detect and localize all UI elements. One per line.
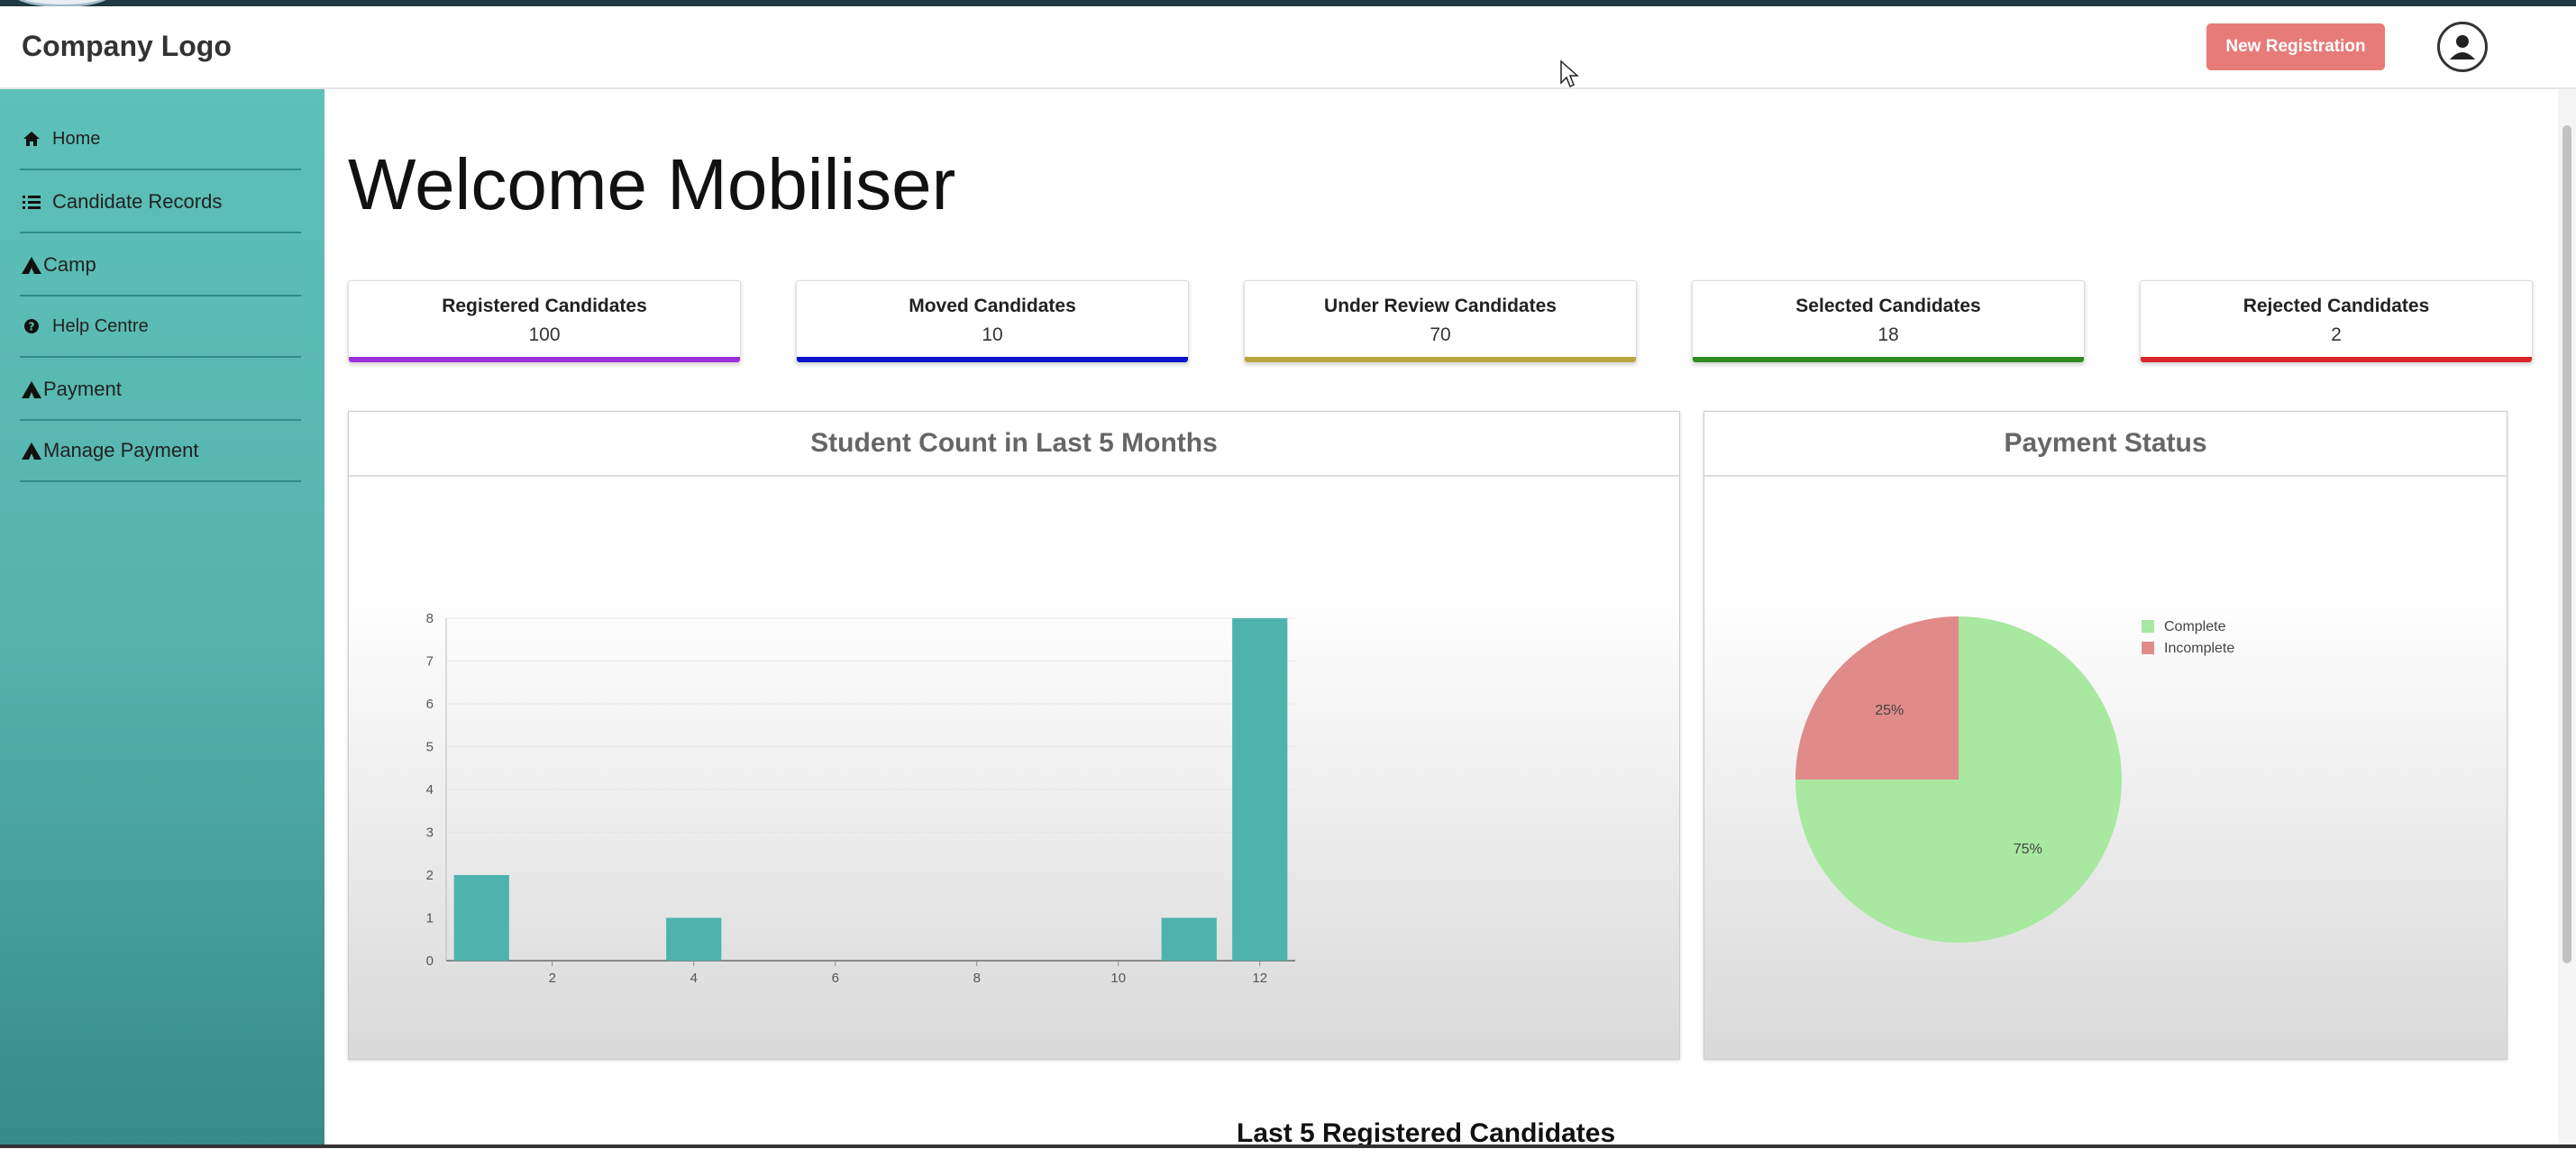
- pie-percent-label: 75%: [2014, 842, 2042, 857]
- legend-swatch: [2142, 620, 2154, 633]
- stat-label: Moved Candidates: [909, 296, 1076, 316]
- legend-label: Complete: [2164, 619, 2226, 634]
- sidebar-item-home[interactable]: Home: [20, 109, 301, 170]
- stat-accent-bar: [1693, 357, 2084, 362]
- stat-label: Under Review Candidates: [1324, 296, 1557, 316]
- x-tick-label: 4: [690, 971, 698, 986]
- stat-accent-bar: [797, 357, 1188, 362]
- pie-slice: [1795, 616, 1959, 780]
- stat-accent-bar: [349, 357, 740, 362]
- stat-accent-bar: [2141, 357, 2532, 362]
- stat-card-under-review[interactable]: Under Review Candidates 70: [1244, 280, 1637, 363]
- pie-chart-card: Payment Status 75% 25% Complete Incomplete: [1704, 411, 2507, 1060]
- svg-text:?: ?: [29, 321, 35, 333]
- sidebar-item-label: Camp: [43, 253, 96, 276]
- pie-percent-label: 25%: [1875, 703, 1904, 718]
- help-icon: ?: [20, 315, 43, 338]
- page-scrollbar[interactable]: [2558, 89, 2576, 1148]
- sidebar-item-manage-payment[interactable]: Manage Payment: [20, 421, 301, 482]
- scrollbar-thumb[interactable]: [2562, 125, 2571, 963]
- sidebar-item-payment[interactable]: Payment: [20, 360, 301, 421]
- top-header: Company Logo New Registration: [0, 6, 2576, 89]
- y-tick-label: 4: [426, 782, 434, 798]
- sidebar-item-label: Candidate Records: [52, 190, 223, 213]
- y-tick-label: 8: [426, 611, 434, 626]
- browser-top-strip: [0, 0, 2576, 7]
- stat-value: 2: [2331, 324, 2342, 345]
- stat-value: 10: [982, 324, 1003, 345]
- stat-label: Rejected Candidates: [2243, 296, 2430, 316]
- new-registration-button[interactable]: New Registration: [2206, 23, 2385, 70]
- bar-chart-card: Student Count in Last 5 Months 012345678…: [348, 411, 1680, 1060]
- y-tick-label: 5: [426, 740, 434, 755]
- y-tick-label: 7: [426, 654, 434, 670]
- sidebar: Home Candidate Records Camp ? Help Centr…: [0, 89, 324, 1148]
- legend-label: Incomplete: [2164, 641, 2234, 656]
- bar-chart: 0123456782 4 6 8 10 12: [426, 611, 1295, 986]
- stat-value: 100: [528, 324, 561, 345]
- stat-card-registered[interactable]: Registered Candidates 100: [348, 280, 741, 363]
- bar: [666, 917, 722, 961]
- sidebar-item-label: Payment: [43, 378, 122, 400]
- legend-swatch: [2142, 642, 2154, 654]
- y-tick-label: 1: [426, 911, 434, 926]
- y-tick-label: 2: [426, 868, 434, 883]
- stat-card-rejected[interactable]: Rejected Candidates 2: [2140, 280, 2533, 363]
- sidebar-item-label: Help Centre: [52, 315, 149, 336]
- sidebar-item-camp[interactable]: Camp: [20, 235, 301, 296]
- home-icon: [20, 127, 43, 150]
- camp-icon: [20, 378, 43, 401]
- stat-label: Selected Candidates: [1795, 296, 1981, 316]
- x-tick-label: 6: [832, 971, 839, 986]
- sidebar-item-label: Manage Payment: [43, 439, 199, 461]
- x-tick-label: 8: [973, 971, 981, 986]
- x-tick-label: 2: [549, 971, 556, 986]
- bottom-edge: [0, 1144, 2576, 1148]
- user-avatar[interactable]: [2437, 22, 2488, 72]
- x-tick-label: 12: [1252, 971, 1267, 986]
- stat-label: Registered Candidates: [442, 296, 647, 316]
- y-tick-label: 6: [426, 697, 434, 712]
- bar: [1232, 618, 1288, 961]
- x-tick-label: 10: [1110, 971, 1126, 986]
- stat-card-moved[interactable]: Moved Candidates 10: [796, 280, 1189, 363]
- main-content: Welcome Mobiliser Registered Candidates …: [324, 89, 2558, 1148]
- bar: [453, 875, 509, 961]
- pie-chart-title: Payment Status: [1704, 412, 2507, 477]
- sidebar-item-label: Home: [52, 128, 101, 149]
- camp-icon: [20, 253, 43, 277]
- page-title: Welcome Mobiliser: [348, 144, 956, 224]
- stat-value: 18: [1877, 324, 1899, 345]
- mouse-cursor-icon: [1560, 59, 1579, 88]
- stat-accent-bar: [1245, 357, 1636, 362]
- bar: [1161, 917, 1217, 961]
- list-icon: [20, 190, 43, 214]
- stat-card-selected[interactable]: Selected Candidates 18: [1692, 280, 2085, 363]
- stat-value: 70: [1430, 324, 1451, 345]
- company-logo: Company Logo: [22, 30, 232, 62]
- y-tick-label: 3: [426, 825, 434, 841]
- camp-icon: [20, 439, 43, 462]
- pie-chart: 75% 25% Complete Incomplete: [1795, 616, 2234, 943]
- bar-chart-title: Student Count in Last 5 Months: [349, 412, 1679, 477]
- sidebar-item-help-centre[interactable]: ? Help Centre: [20, 296, 301, 358]
- user-circle-icon: [2450, 35, 2475, 59]
- sidebar-item-candidate-records[interactable]: Candidate Records: [20, 172, 301, 233]
- y-tick-label: 0: [426, 953, 434, 969]
